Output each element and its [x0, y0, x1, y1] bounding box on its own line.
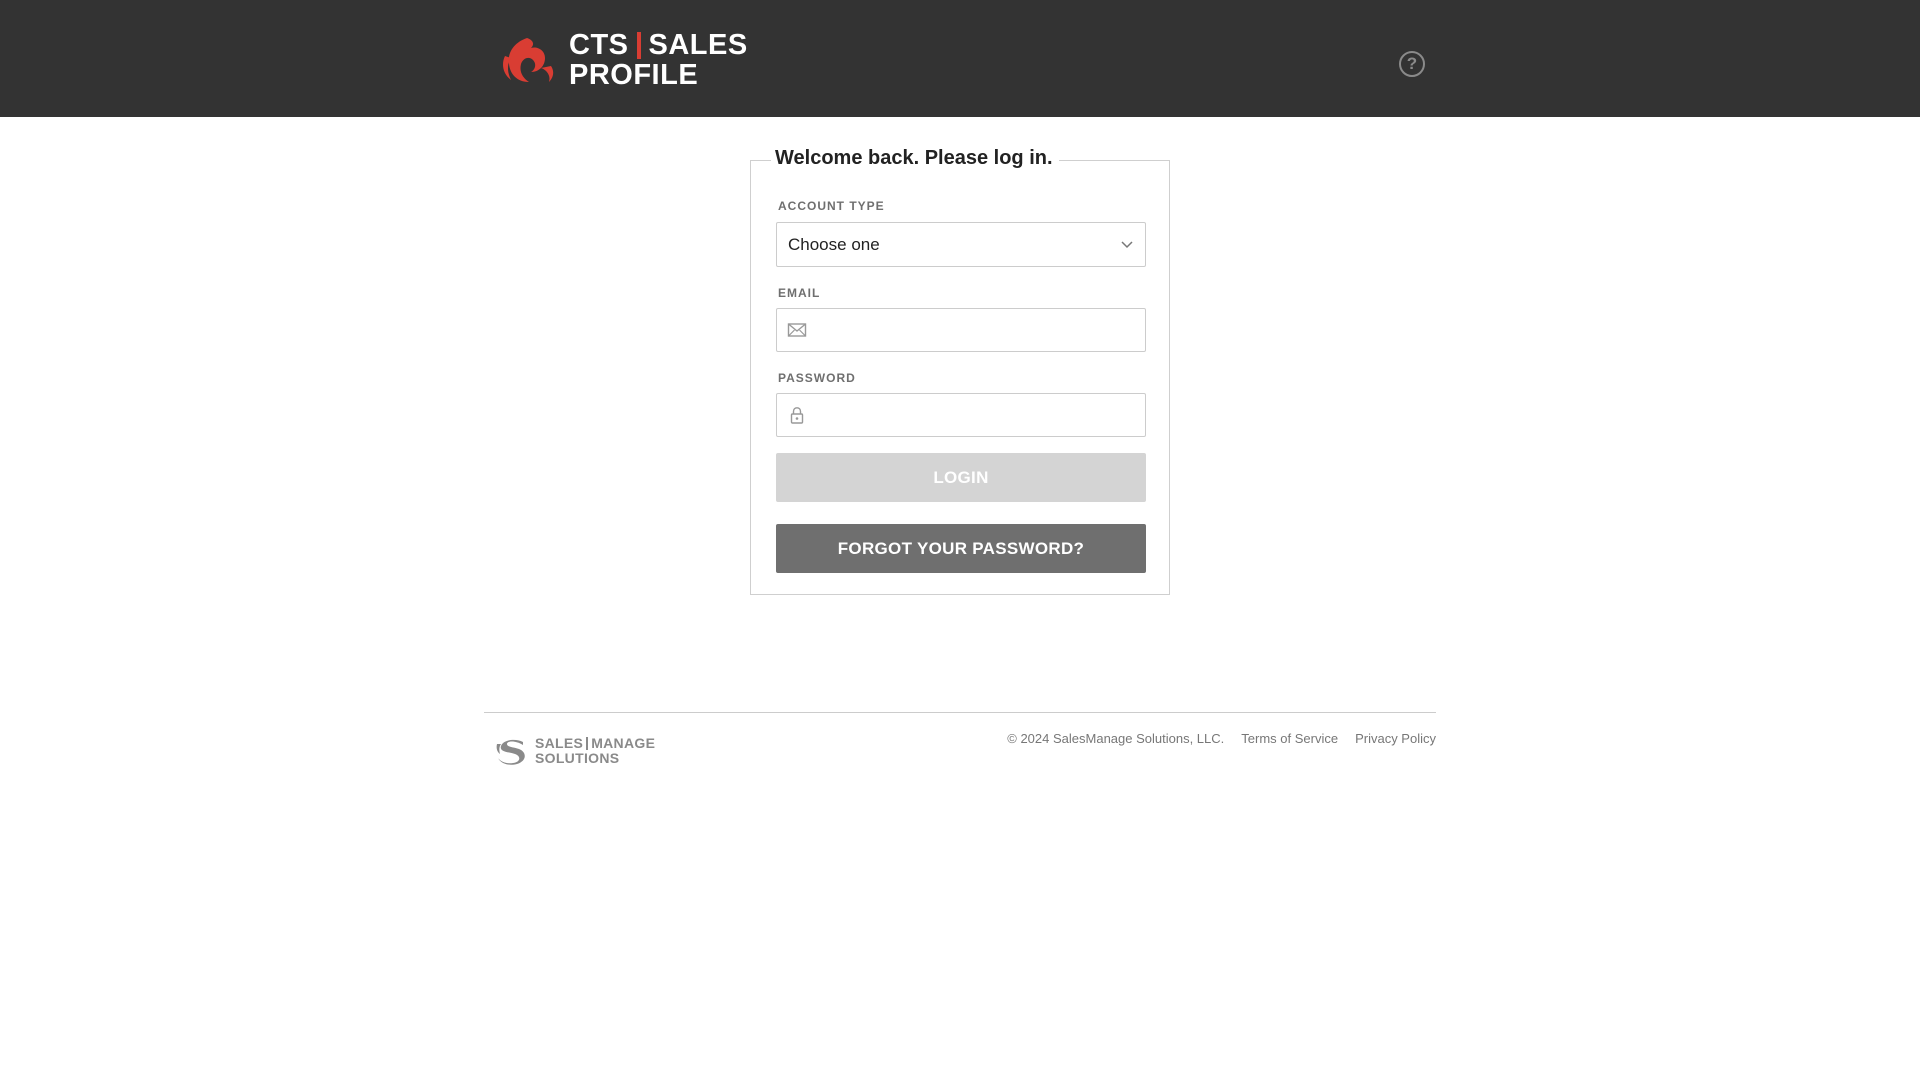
footer-logo-solutions: SOLUTIONS: [535, 750, 620, 766]
footer-logo-manage: MANAGE: [591, 735, 656, 752]
password-label: PASSWORD: [778, 371, 856, 385]
email-input[interactable]: [817, 309, 1137, 351]
copyright-text: © 2024 SalesManage Solutions, LLC.: [1007, 731, 1225, 746]
logo-profile: PROFILE: [569, 58, 699, 91]
logo-cts: CTS: [569, 28, 629, 61]
logo-separator: [636, 31, 641, 59]
password-input[interactable]: [817, 394, 1137, 436]
account-type-selected-value: Choose one: [788, 234, 880, 254]
envelope-icon: [787, 323, 807, 337]
password-field-wrapper: [776, 393, 1146, 437]
account-type-select[interactable]: Choose one: [776, 222, 1146, 267]
salesmanage-solutions-logo[interactable]: SALES MANAGE SOLUTIONS: [495, 736, 655, 766]
account-type-label: ACCOUNT TYPE: [778, 199, 885, 213]
footer-logo-sales: SALES: [535, 735, 584, 752]
login-button[interactable]: LOGIN: [776, 453, 1146, 502]
login-title: Welcome back. Please log in.: [771, 147, 1059, 170]
s-swoosh-logo-icon: [496, 739, 525, 765]
privacy-policy-link[interactable]: Privacy Policy: [1355, 731, 1436, 746]
chevron-down-icon: [1121, 241, 1133, 249]
flame-logo-icon: [503, 38, 554, 82]
email-label: EMAIL: [778, 286, 821, 300]
lock-icon: [790, 407, 804, 424]
logo-text: CTS SALES PROFILE: [569, 28, 748, 91]
help-question-circle-icon[interactable]: ?: [1399, 51, 1425, 77]
cts-sales-profile-logo[interactable]: CTS SALES PROFILE: [497, 30, 748, 90]
email-field-wrapper: [776, 308, 1146, 352]
forgot-password-button[interactable]: FORGOT YOUR PASSWORD?: [776, 524, 1146, 573]
login-panel: Welcome back. Please log in. ACCOUNT TYP…: [750, 147, 1170, 595]
terms-of-service-link[interactable]: Terms of Service: [1241, 731, 1338, 746]
footer-divider: [484, 712, 1436, 713]
footer-links: © 2024 SalesManage Solutions, LLC. Terms…: [990, 731, 1436, 746]
footer-logo-text: SALES MANAGE SOLUTIONS: [535, 736, 655, 765]
logo-sales: SALES: [648, 28, 748, 61]
top-bar: CTS SALES PROFILE ?: [0, 0, 1920, 117]
footer-logo-separator: [586, 737, 589, 751]
